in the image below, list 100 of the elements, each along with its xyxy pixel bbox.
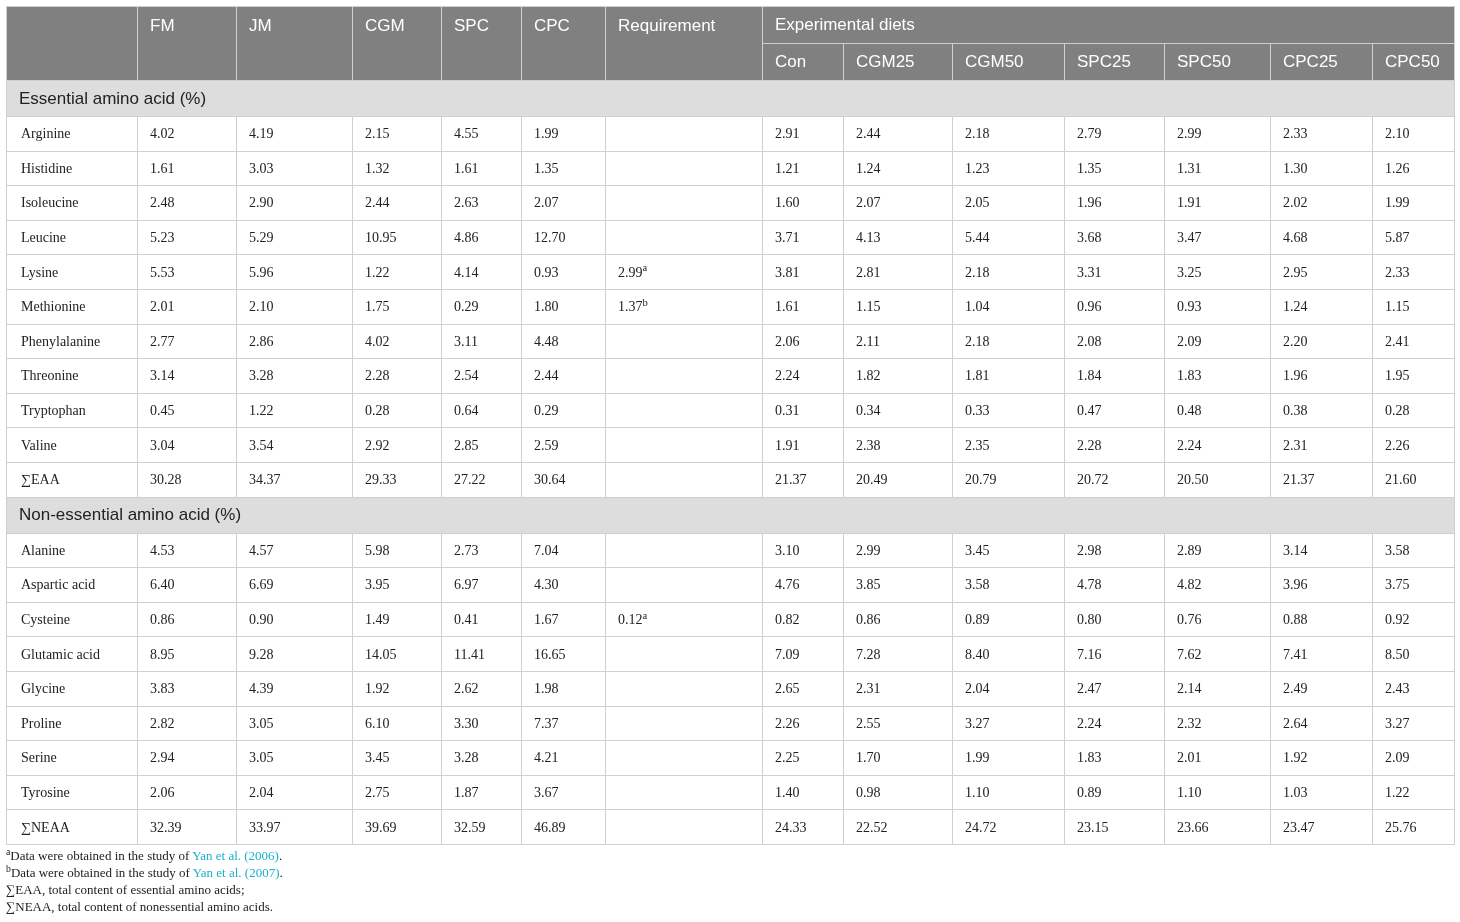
table-cell: 0.86: [137, 602, 237, 637]
table-cell: 1.32: [352, 151, 442, 186]
column-header: JM: [236, 6, 353, 81]
row-label: Leucine: [6, 220, 138, 255]
table-cell: 1.04: [952, 289, 1065, 325]
table-cell: 7.62: [1164, 636, 1271, 672]
table-cell: 4.55: [441, 116, 522, 152]
table-cell: 23.47: [1270, 809, 1373, 845]
table-cell: 16.65: [521, 636, 606, 672]
row-label: Phenylalanine: [6, 324, 138, 359]
table-cell: 4.78: [1064, 567, 1165, 603]
table-cell: 1.98: [521, 671, 606, 706]
table-cell: 1.30: [1270, 151, 1373, 186]
table-cell: 0.88: [1270, 602, 1373, 637]
table-cell: 32.39: [137, 809, 237, 845]
table-cell: 1.15: [843, 289, 953, 325]
row-label: Methionine: [6, 289, 138, 325]
row-label: Tryptophan: [6, 393, 138, 428]
table-cell: 21.60: [1372, 462, 1455, 498]
row-label: Cysteine: [6, 602, 138, 637]
table-cell: 3.95: [352, 567, 442, 603]
table-cell: 4.57: [236, 533, 353, 568]
table-cell: 20.49: [843, 462, 953, 498]
table-cell: 2.92: [352, 427, 442, 463]
table-cell: 2.14: [1164, 671, 1271, 706]
row-label: Arginine: [6, 116, 138, 152]
table-cell: 3.27: [1372, 706, 1455, 741]
table-cell: 1.10: [952, 775, 1065, 810]
table-cell: 2.98: [1064, 533, 1165, 568]
table-cell: 14.05: [352, 636, 442, 672]
citation-link[interactable]: Yan et al. (2006): [192, 847, 279, 863]
table-cell: 2.86: [236, 324, 353, 359]
table-cell: 0.96: [1064, 289, 1165, 325]
row-label: Glycine: [6, 671, 138, 706]
table-cell: 1.23: [952, 151, 1065, 186]
column-header: Con: [762, 43, 844, 81]
column-header: CGM50: [952, 43, 1065, 81]
table-cell: 0.89: [952, 602, 1065, 637]
table-cell: 0.93: [1164, 289, 1271, 325]
column-header: CPC50: [1372, 43, 1455, 81]
table-cell: 1.61: [762, 289, 844, 325]
table-cell: 2.89: [1164, 533, 1271, 568]
table-cell: 0.76: [1164, 602, 1271, 637]
table-cell: 0.98: [843, 775, 953, 810]
table-cell: 29.33: [352, 462, 442, 498]
table-cell: 2.47: [1064, 671, 1165, 706]
table-cell: 20.79: [952, 462, 1065, 498]
table-cell: 0.29: [441, 289, 522, 325]
table-cell: 3.28: [236, 358, 353, 394]
table-cell: 6.97: [441, 567, 522, 603]
table-cell: 3.04: [137, 427, 237, 463]
table-cell: 0.12$^{a}$: [605, 602, 763, 637]
table-cell: 2.85: [441, 427, 522, 463]
table-cell: 1.75: [352, 289, 442, 325]
table-cell: 2.75: [352, 775, 442, 810]
table-cell: 21.37: [1270, 462, 1373, 498]
table-cell: 1.87: [441, 775, 522, 810]
table-cell: 0.38: [1270, 393, 1373, 428]
row-label: Histidine: [6, 151, 138, 186]
table-cell: 2.26: [762, 706, 844, 741]
table-cell: 3.71: [762, 220, 844, 255]
table-cell: 0.29: [521, 393, 606, 428]
table-cell: 3.83: [137, 671, 237, 706]
table-cell: 5.53: [137, 254, 237, 290]
table-cell: 8.95: [137, 636, 237, 672]
table-cell: 2.73: [441, 533, 522, 568]
table-cell: 4.13: [843, 220, 953, 255]
column-header: CPC: [521, 6, 606, 81]
table-cell: 2.65: [762, 671, 844, 706]
table-cell: 2.28: [1064, 427, 1165, 463]
table-cell: 2.24: [762, 358, 844, 394]
table-cell: 3.05: [236, 740, 353, 776]
table-cell: 1.67: [521, 602, 606, 637]
table-cell: 3.30: [441, 706, 522, 741]
table-cell: 2.99: [1164, 116, 1271, 152]
table-cell: 30.64: [521, 462, 606, 498]
table-cell: 2.91: [762, 116, 844, 152]
table-cell: 0.80: [1064, 602, 1165, 637]
table-cell: 5.29: [236, 220, 353, 255]
table-cell: 2.94: [137, 740, 237, 776]
table-cell: 0.48: [1164, 393, 1271, 428]
table-cell: 2.07: [521, 185, 606, 221]
table-cell: 7.28: [843, 636, 953, 672]
table-cell: 2.81: [843, 254, 953, 290]
table-cell: 4.02: [137, 116, 237, 152]
section-header: Essential amino acid (%): [6, 80, 1455, 117]
table-cell: 5.98: [352, 533, 442, 568]
table-cell: 2.05: [952, 185, 1065, 221]
table-cell: 1.95: [1372, 358, 1455, 394]
table-cell: 2.33: [1372, 254, 1455, 290]
table-cell: 4.14: [441, 254, 522, 290]
column-header: SPC50: [1164, 43, 1271, 81]
table-cell: 3.58: [1372, 533, 1455, 568]
row-label: ∑EAA: [6, 462, 138, 498]
table-cell: 2.25: [762, 740, 844, 776]
table-cell: 24.72: [952, 809, 1065, 845]
table-cell: 2.04: [952, 671, 1065, 706]
table-cell: 1.35: [521, 151, 606, 186]
table-cell: 0.64: [441, 393, 522, 428]
table-cell: 3.81: [762, 254, 844, 290]
